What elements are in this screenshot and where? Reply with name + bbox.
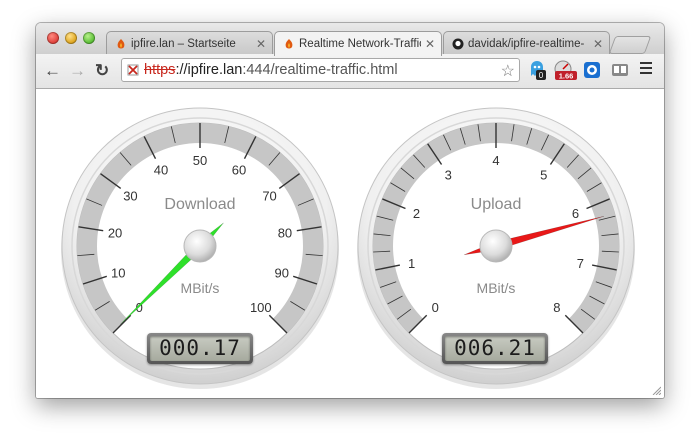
download-tick-label: 100 xyxy=(250,300,272,315)
upload-tick-label: 1 xyxy=(408,256,415,271)
tab-close-icon[interactable]: ✕ xyxy=(593,37,603,51)
upload-display: 006.21 xyxy=(442,333,548,364)
page-content: 0102030405060708090100DownloadMBit/s0123… xyxy=(36,89,664,398)
upload-tick-label: 6 xyxy=(572,206,579,221)
download-display-value: 000.17 xyxy=(150,336,250,361)
download-tick-label: 90 xyxy=(275,266,289,281)
download-gauge-unit: MBit/s xyxy=(181,280,220,296)
speed-badge: 1.66 xyxy=(559,72,574,81)
ghostery-extension-icon[interactable]: 0 xyxy=(528,60,546,80)
forward-arrow-icon[interactable]: → xyxy=(69,61,86,81)
upload-gauge-unit: MBit/s xyxy=(477,280,516,296)
url-path: :444/realtime-traffic.html xyxy=(242,62,398,78)
menu-icon[interactable] xyxy=(640,62,652,77)
tab-startseite[interactable]: ipfire.lan – Startseite ✕ xyxy=(106,31,273,55)
maximize-window-button[interactable] xyxy=(83,32,95,44)
reload-icon[interactable]: ↻ xyxy=(95,61,109,81)
ghostery-badge: 0 xyxy=(539,71,544,80)
url-host: ://ipfire.lan xyxy=(175,62,243,78)
download-tick-label: 80 xyxy=(278,226,292,241)
upload-tick-label: 4 xyxy=(492,153,499,168)
tab-github-davidak[interactable]: davidak/ipfire-realtime- ✕ xyxy=(443,31,610,55)
close-window-button[interactable] xyxy=(47,32,59,44)
tab-close-icon[interactable]: ✕ xyxy=(256,37,266,51)
upload-display-value: 006.21 xyxy=(445,336,545,361)
download-gauge-title: Download xyxy=(164,196,235,213)
tab-title: Realtime Network-Traffic xyxy=(299,38,421,50)
resize-grip-icon[interactable] xyxy=(651,385,661,395)
download-tick-label: 30 xyxy=(123,188,137,203)
browser-toolbar: ← → ↻ https://ipfire.lan:444/realtime-tr… xyxy=(36,54,664,89)
download-tick-label: 10 xyxy=(111,266,125,281)
address-bar[interactable]: https://ipfire.lan:444/realtime-traffic.… xyxy=(121,58,520,82)
broken-lock-icon xyxy=(127,64,139,76)
upload-tick-label: 8 xyxy=(553,300,560,315)
tab-realtime-traffic[interactable]: Realtime Network-Traffic ✕ xyxy=(274,31,442,56)
github-favicon-icon xyxy=(452,38,464,49)
upload-tick-label: 3 xyxy=(445,167,452,182)
download-tick-label: 40 xyxy=(154,162,168,177)
upload-needle-hub xyxy=(479,229,513,263)
browser-window: ipfire.lan – Startseite ✕ Realtime Netwo… xyxy=(36,23,664,398)
download-tick-label: 70 xyxy=(262,188,276,203)
onepassword-extension-icon[interactable] xyxy=(583,60,601,80)
ipfire-favicon-icon xyxy=(117,38,125,48)
url-scheme: https xyxy=(144,62,176,78)
upload-gauge-title: Upload xyxy=(471,196,522,213)
download-tick-label: 60 xyxy=(232,162,246,177)
download-display: 000.17 xyxy=(147,333,253,364)
bookmark-star-icon[interactable]: ☆ xyxy=(501,61,515,83)
reader-extension-icon[interactable] xyxy=(611,60,629,80)
tab-close-icon[interactable]: ✕ xyxy=(425,37,435,51)
gauges-canvas: 0102030405060708090100DownloadMBit/s0123… xyxy=(61,107,635,389)
new-tab-button[interactable] xyxy=(608,36,652,54)
download-tick-label: 50 xyxy=(193,153,207,168)
tab-title: davidak/ipfire-realtime- xyxy=(468,37,585,50)
minimize-window-button[interactable] xyxy=(65,32,77,44)
upload-tick-label: 0 xyxy=(432,300,439,315)
speed-extension-icon[interactable]: 1.66 xyxy=(553,60,577,80)
upload-tick-label: 5 xyxy=(540,167,547,182)
upload-tick-label: 2 xyxy=(413,206,420,221)
upload-tick-label: 7 xyxy=(577,256,584,271)
tab-title: ipfire.lan – Startseite xyxy=(131,37,236,50)
back-arrow-icon[interactable]: ← xyxy=(44,61,61,81)
ipfire-favicon-icon xyxy=(285,39,293,49)
download-needle-hub xyxy=(183,229,217,263)
download-tick-label: 20 xyxy=(108,226,122,241)
tab-strip: ipfire.lan – Startseite ✕ Realtime Netwo… xyxy=(36,23,664,56)
